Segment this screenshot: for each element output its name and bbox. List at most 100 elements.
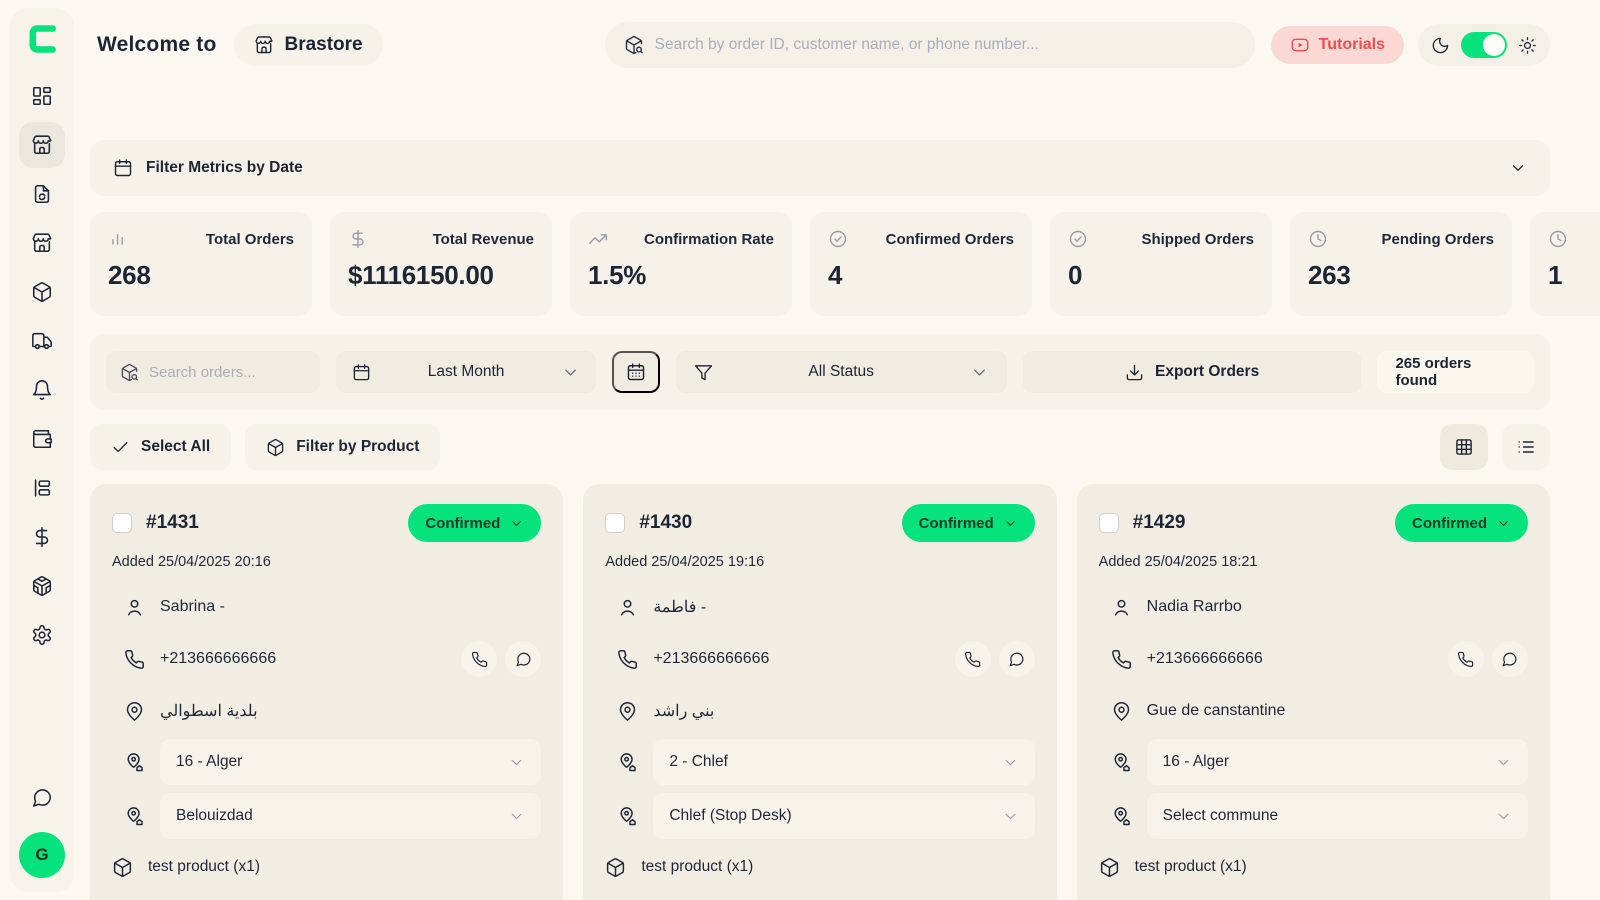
metric-label: Total Revenue xyxy=(433,231,534,248)
avatar[interactable]: G xyxy=(19,832,65,878)
truck-icon xyxy=(31,330,53,352)
package-icon xyxy=(605,857,626,878)
chevron-down-icon xyxy=(509,516,524,531)
sidebar-item-dollar[interactable] xyxy=(19,514,65,560)
commune-select[interactable]: Chlef (Stop Desk) xyxy=(653,793,1034,839)
filter-metrics-bar[interactable]: Filter Metrics by Date xyxy=(90,140,1550,196)
filter-by-product-button[interactable]: Filter by Product xyxy=(245,424,440,470)
sidebar-item-layout-dashboard[interactable] xyxy=(19,73,65,119)
chat-button[interactable] xyxy=(999,641,1035,677)
call-button[interactable] xyxy=(461,641,497,677)
phone-icon xyxy=(471,651,488,668)
sidebar-item-truck[interactable] xyxy=(19,318,65,364)
product-name: test product (x1) xyxy=(148,858,260,876)
sidebar-item-file-sync[interactable] xyxy=(19,171,65,217)
tutorials-button[interactable]: Tutorials xyxy=(1271,26,1404,64)
filter-by-product-label: Filter by Product xyxy=(296,438,419,456)
sidebar-item-package[interactable] xyxy=(19,269,65,315)
store-badge[interactable]: Brastore xyxy=(234,24,382,66)
store-icon xyxy=(254,35,274,55)
map-pin-home-icon xyxy=(617,806,638,827)
customer-name: فاطمة - xyxy=(653,597,706,617)
order-card: #1429 Confirmed Added 25/04/2025 18:21 N… xyxy=(1077,484,1550,900)
store-name: Brastore xyxy=(284,34,362,56)
global-search-input[interactable] xyxy=(655,36,1236,54)
calendar-icon xyxy=(113,158,133,178)
package-icon xyxy=(31,281,53,303)
bell-icon xyxy=(31,379,53,401)
date-range-select[interactable]: Last Month xyxy=(336,351,596,393)
orders-found-badge: 265 orders found xyxy=(1377,351,1534,393)
check-icon xyxy=(111,438,130,457)
export-orders-button[interactable]: Export Orders xyxy=(1023,351,1362,393)
clock-icon xyxy=(1308,229,1328,249)
trending-up-icon xyxy=(588,229,608,249)
theme-toggle[interactable] xyxy=(1461,32,1507,58)
user-icon xyxy=(1111,597,1132,618)
metric-card-confirmation-rate: Confirmation Rate 1.5% xyxy=(570,212,792,316)
metric-value: 1.5% xyxy=(588,260,774,291)
select-all-button[interactable]: Select All xyxy=(90,424,231,470)
phone-icon xyxy=(1111,649,1132,670)
list-view-button[interactable] xyxy=(1502,424,1550,470)
metric-value: 263 xyxy=(1308,260,1494,291)
download-icon xyxy=(1125,363,1144,382)
custom-date-button[interactable] xyxy=(612,351,660,393)
store-icon xyxy=(31,134,53,156)
user-icon xyxy=(124,597,145,618)
order-status-dropdown[interactable]: Confirmed xyxy=(902,504,1035,542)
sidebar-item-bell[interactable] xyxy=(19,367,65,413)
package-search-icon xyxy=(120,363,139,382)
phone-icon xyxy=(617,649,638,670)
status-filter-select[interactable]: All Status xyxy=(676,351,1007,393)
chevron-down-icon xyxy=(1002,808,1019,825)
order-status-dropdown[interactable]: Confirmed xyxy=(408,504,541,542)
orders-search-input[interactable] xyxy=(149,364,306,381)
order-status-dropdown[interactable]: Confirmed xyxy=(1395,504,1528,542)
date-range-value: Last Month xyxy=(371,363,561,381)
wilaya-select[interactable]: 16 - Alger xyxy=(160,739,541,785)
chat-bubble-icon xyxy=(31,787,53,809)
grid-icon xyxy=(1454,437,1474,457)
metric-value: 0 xyxy=(1068,260,1254,291)
package-icon xyxy=(266,438,285,457)
orders-toolbar: Last Month All Status Export Orders 265 … xyxy=(90,334,1550,410)
sidebar-item-wallet[interactable] xyxy=(19,416,65,462)
check-circle-icon xyxy=(1068,229,1088,249)
theme-switcher xyxy=(1418,24,1550,66)
sidebar-nav xyxy=(19,73,65,658)
phone-icon xyxy=(1457,651,1474,668)
grid-view-button[interactable] xyxy=(1440,424,1488,470)
order-checkbox[interactable] xyxy=(112,513,132,533)
product-name: test product (x1) xyxy=(1135,858,1247,876)
customer-phone: +213666666666 xyxy=(160,650,276,668)
map-pin-icon xyxy=(124,701,145,722)
customer-phone: +213666666666 xyxy=(1147,650,1263,668)
sidebar-item-store[interactable] xyxy=(19,122,65,168)
commune-select[interactable]: Select commune xyxy=(1147,793,1528,839)
sidebar-item-gear[interactable] xyxy=(19,612,65,658)
youtube-play-icon xyxy=(1290,35,1310,55)
map-pin-home-icon xyxy=(1111,806,1132,827)
chat-button[interactable] xyxy=(1492,641,1528,677)
metric-label: Confirmation Rate xyxy=(644,231,774,248)
order-checkbox[interactable] xyxy=(605,513,625,533)
user-icon xyxy=(617,597,638,618)
call-button[interactable] xyxy=(955,641,991,677)
dollar-icon xyxy=(348,229,368,249)
wilaya-select[interactable]: 16 - Alger xyxy=(1147,739,1528,785)
bar-chart-icon xyxy=(108,229,128,249)
sidebar-item-queue[interactable] xyxy=(19,465,65,511)
sidebar-item-codesandbox[interactable] xyxy=(19,563,65,609)
order-card: #1430 Confirmed Added 25/04/2025 19:16 ف… xyxy=(583,484,1056,900)
commune-select[interactable]: Belouizdad xyxy=(160,793,541,839)
map-pin-home-icon xyxy=(1111,752,1132,773)
order-cards-grid: #1431 Confirmed Added 25/04/2025 20:16 S… xyxy=(90,484,1550,900)
wilaya-select[interactable]: 2 - Chlef xyxy=(653,739,1034,785)
sidebar-item-chat[interactable] xyxy=(19,778,65,818)
metric-value: $1116150.00 xyxy=(348,260,534,291)
order-checkbox[interactable] xyxy=(1099,513,1119,533)
sidebar-item-store[interactable] xyxy=(19,220,65,266)
call-button[interactable] xyxy=(1448,641,1484,677)
chat-button[interactable] xyxy=(505,641,541,677)
